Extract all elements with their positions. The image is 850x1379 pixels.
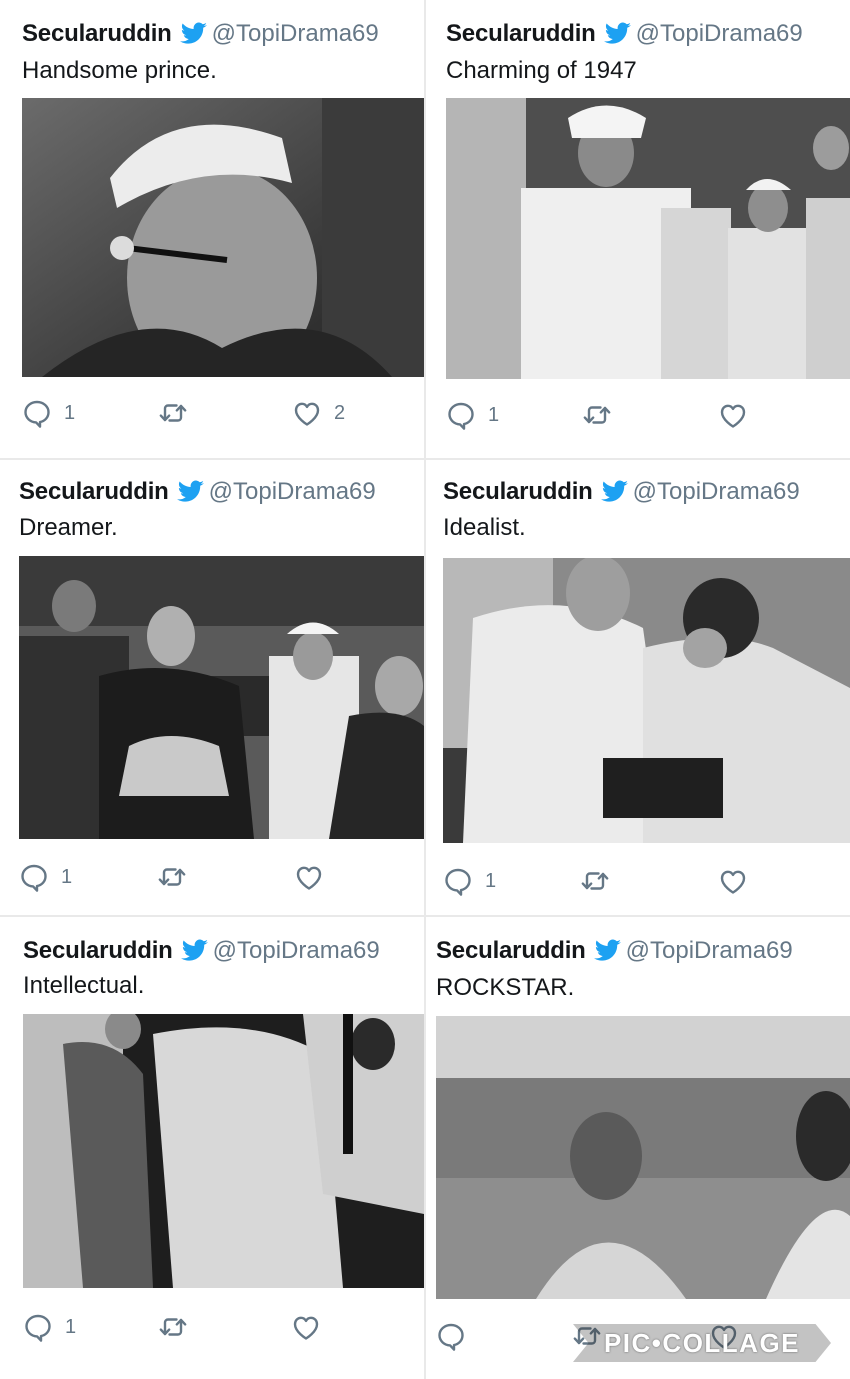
tweet-text: ROCKSTAR. [436, 974, 575, 1001]
retweet-icon [157, 862, 187, 892]
reply-button[interactable]: 1 [443, 866, 496, 896]
retweet-button[interactable] [158, 398, 188, 428]
retweet-button[interactable] [580, 866, 610, 896]
tweet-header: Secularuddin @TopiDrama69 [23, 937, 424, 965]
user-name[interactable]: Secularuddin [436, 937, 586, 964]
like-button[interactable] [291, 1312, 333, 1342]
tweet-actions: 1 2 [0, 398, 424, 432]
reply-button[interactable]: 1 [19, 862, 72, 892]
user-handle[interactable]: @TopiDrama69 [626, 937, 793, 964]
tweet-photo[interactable] [23, 1014, 424, 1288]
tweet-text: Handsome prince. [22, 57, 217, 84]
tweet-header: Secularuddin @TopiDrama69 [443, 478, 850, 506]
watermark-text: PIC•COLLAGE [603, 1327, 801, 1358]
tweet-card: Secularuddin @TopiDrama69 Handsome prince… [0, 0, 424, 458]
user-handle[interactable]: @TopiDrama69 [212, 20, 379, 47]
twitter-bird-icon [599, 480, 629, 502]
user-name[interactable]: Secularuddin [23, 937, 173, 964]
like-icon [718, 400, 748, 430]
reply-count: 1 [488, 403, 500, 426]
twitter-bird-icon [178, 22, 208, 44]
twitter-bird-icon [592, 939, 622, 961]
tweet-text: Idealist. [443, 514, 526, 541]
user-handle[interactable]: @TopiDrama69 [636, 20, 803, 47]
retweet-icon [582, 400, 612, 430]
reply-count: 1 [61, 865, 73, 888]
like-icon [294, 862, 324, 892]
user-name[interactable]: Secularuddin [446, 20, 596, 47]
reply-button[interactable]: 1 [23, 1312, 76, 1342]
like-button[interactable] [718, 400, 760, 430]
reply-icon [22, 398, 52, 428]
tweet-actions: 1 [426, 400, 850, 434]
tweet-actions: 1 [0, 862, 424, 896]
tweet-photo[interactable] [443, 558, 850, 843]
like-button[interactable] [718, 866, 760, 896]
photo-dancers [19, 556, 424, 839]
reply-icon [19, 862, 49, 892]
tweet-header: Secularuddin @TopiDrama69 [446, 20, 850, 48]
twitter-bird-icon [602, 22, 632, 44]
retweet-icon [580, 866, 610, 896]
user-name[interactable]: Secularuddin [443, 478, 593, 505]
user-name[interactable]: Secularuddin [22, 20, 172, 47]
tweet-card: Secularuddin @TopiDrama69 Charming of 194… [426, 0, 850, 458]
tweet-photo[interactable] [22, 98, 424, 377]
like-icon [718, 866, 748, 896]
reply-icon [446, 400, 476, 430]
retweet-button[interactable] [157, 862, 187, 892]
tweet-text: Dreamer. [19, 514, 118, 541]
retweet-icon [158, 398, 188, 428]
like-button[interactable]: 2 [292, 398, 345, 428]
reply-button[interactable] [436, 1321, 478, 1351]
retweet-button[interactable] [582, 400, 612, 430]
reply-button[interactable]: 1 [22, 398, 75, 428]
retweet-button[interactable] [158, 1312, 188, 1342]
tweet-actions: 1 [426, 866, 850, 900]
reply-button[interactable]: 1 [446, 400, 499, 430]
tweet-photo[interactable] [19, 556, 424, 839]
photo-pool [436, 1016, 850, 1299]
reply-count: 1 [65, 1315, 77, 1338]
reply-count: 1 [64, 401, 76, 424]
tweet-text: Intellectual. [23, 972, 145, 999]
user-handle[interactable]: @TopiDrama69 [633, 478, 800, 505]
like-icon [292, 398, 322, 428]
tweet-card: Secularuddin @TopiDrama69 Dreamer. 1 [0, 460, 424, 915]
tweet-card: Secularuddin @TopiDrama69 Idealist. 1 [426, 460, 850, 915]
twitter-bird-icon [179, 939, 209, 961]
user-handle[interactable]: @TopiDrama69 [213, 937, 380, 964]
like-icon [291, 1312, 321, 1342]
tweet-card: Secularuddin @TopiDrama69 Intellectual. 1 [0, 917, 424, 1379]
like-count: 2 [334, 401, 346, 424]
twitter-bird-icon [175, 480, 205, 502]
retweet-icon [158, 1312, 188, 1342]
reply-icon [443, 866, 473, 896]
photo-lighting-cigarette [443, 558, 850, 843]
photo-officers [446, 98, 850, 379]
like-button[interactable] [294, 862, 336, 892]
tweet-photo[interactable] [446, 98, 850, 379]
pic-collage-watermark: PIC•COLLAGE [573, 1324, 831, 1362]
reply-count: 1 [485, 869, 497, 892]
user-name[interactable]: Secularuddin [19, 478, 169, 505]
reply-icon [23, 1312, 53, 1342]
tweet-header: Secularuddin @TopiDrama69 [436, 937, 850, 965]
reply-icon [436, 1321, 466, 1351]
user-handle[interactable]: @TopiDrama69 [209, 478, 376, 505]
tweet-actions: 1 [0, 1312, 424, 1346]
tweet-card: Secularuddin @TopiDrama69 ROCKSTAR. [426, 917, 850, 1379]
tweet-header: Secularuddin @TopiDrama69 [19, 478, 424, 506]
photo-portrait [22, 98, 424, 377]
tweet-text: Charming of 1947 [446, 57, 637, 84]
tweet-header: Secularuddin @TopiDrama69 [22, 20, 424, 48]
tweet-photo[interactable] [436, 1016, 850, 1299]
photo-crowd [23, 1014, 424, 1288]
